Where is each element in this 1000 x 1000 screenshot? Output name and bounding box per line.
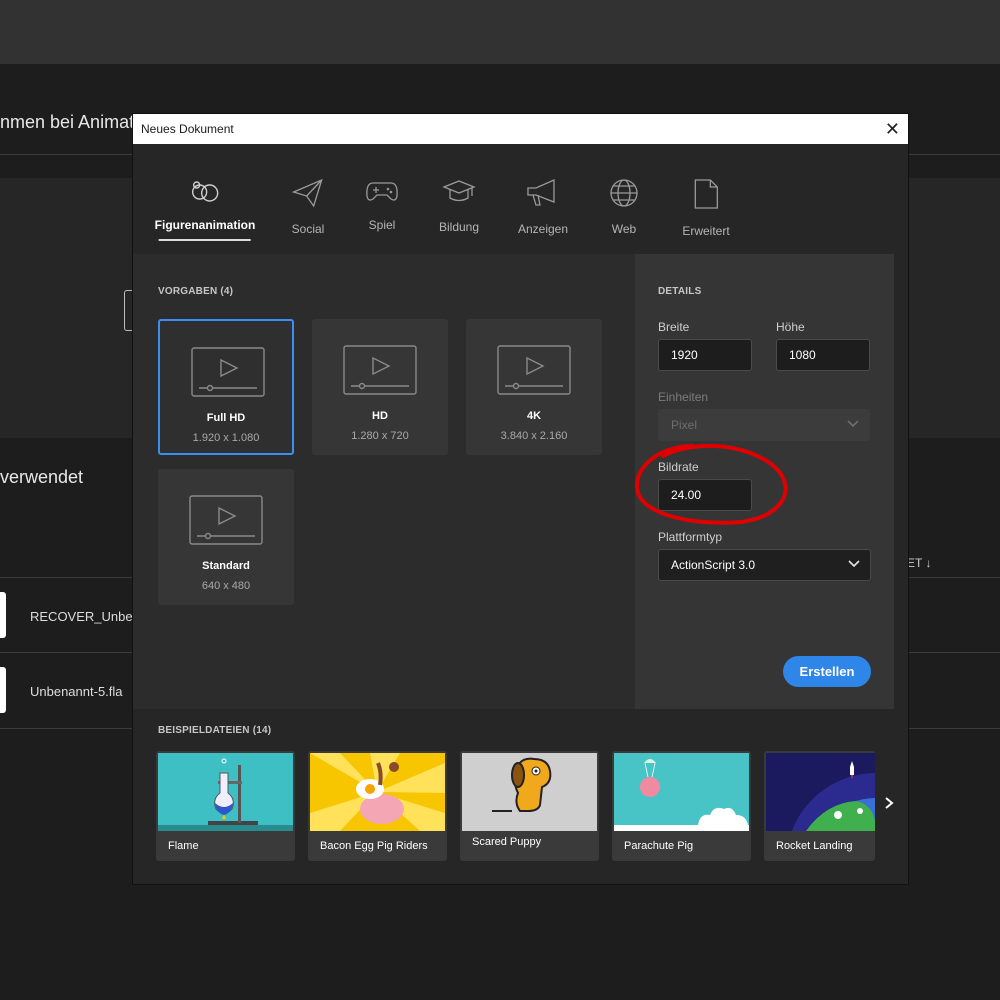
preset-name: HD [372,410,388,422]
welcome-heading: nmen bei Animate, [0,112,150,132]
tab-label: Spiel [368,218,396,232]
pig-riders-thumbnail [310,753,445,831]
document-icon [694,179,718,209]
tab-bildung[interactable]: Bildung [439,178,479,234]
rocket-landing-thumbnail [766,753,875,831]
sort-arrow-icon: ↓ [925,556,932,570]
video-icon [189,495,263,545]
sample-name: Rocket Landing [776,840,853,852]
platform-label: Plattformtyp [658,530,723,544]
tab-anzeigen[interactable]: Anzeigen [518,178,568,236]
new-document-dialog: Neues Dokument ✕ Figurenanimation Social… [133,114,908,884]
sample-name: Flame [168,840,199,852]
parachute-pig-thumbnail [614,753,749,831]
graduation-cap-icon [442,180,476,202]
app-top-bar [0,0,1000,64]
tab-web[interactable]: Web [609,178,639,236]
tab-label: Social [291,222,325,236]
preset-hd[interactable]: HD 1.280 x 720 [312,319,448,455]
preset-dimensions: 640 x 480 [201,580,251,592]
file-icon [0,667,6,713]
scared-puppy-thumbnail [462,753,597,831]
tab-social[interactable]: Social [291,178,325,236]
figure-animation-icon [192,181,219,202]
annotation-circle [634,443,788,525]
preset-name: Standard [202,560,250,572]
paper-plane-icon [292,178,324,208]
recent-file-2[interactable]: Unbenannt-5.fla [30,684,123,699]
video-icon [343,345,417,395]
close-icon[interactable]: ✕ [885,120,900,138]
tab-label: Bildung [438,220,480,234]
units-label: Einheiten [658,390,709,404]
sample-name: Parachute Pig [624,840,694,852]
height-field[interactable]: 1080 [776,339,870,371]
category-tabs: Figurenanimation Social Spiel Bildung An… [133,144,908,254]
create-button[interactable]: Erstellen [783,656,871,687]
preset-dimensions: 3.840 x 2.160 [500,430,568,442]
flame-thumbnail [158,753,293,831]
preset-name: Full HD [206,412,246,424]
width-field[interactable]: 1920 [658,339,752,371]
preset-dimensions: 1.280 x 720 [351,430,409,442]
presets-panel: VORGABEN (4) Full HD 1.920 x 1.080 HD 1.… [133,254,635,709]
sort-header[interactable]: ET ↓ [907,556,931,570]
sample-parachute-pig[interactable]: Parachute Pig [612,751,751,861]
units-select: Pixel [658,409,870,441]
chevron-right-icon[interactable] [884,796,894,810]
tab-label: Figurenanimation [154,218,256,232]
globe-icon [610,179,638,207]
preset-name: 4K [526,410,542,422]
preset-dimensions: 1.920 x 1.080 [192,432,260,444]
sample-name: Bacon Egg Pig Riders [320,840,428,852]
preset-full-hd[interactable]: Full HD 1.920 x 1.080 [158,319,294,455]
height-label: Höhe [776,320,805,334]
platform-value: ActionScript 3.0 [671,558,756,572]
megaphone-icon [527,178,555,206]
recent-heading: verwendet [0,467,84,487]
sample-flame[interactable]: Flame [156,751,295,861]
units-value: Pixel [671,418,698,432]
tab-spiel[interactable]: Spiel [365,178,399,232]
sample-rocket-landing[interactable]: Rocket Landing [764,751,875,861]
chevron-down-icon [848,560,860,568]
details-title: DETAILS [658,286,702,297]
tab-erweitert[interactable]: Erweitert [682,178,730,238]
tab-label: Anzeigen [517,222,569,236]
preset-standard[interactable]: Standard 640 x 480 [158,469,294,605]
gamepad-icon [366,182,398,201]
file-icon [0,592,6,638]
video-icon [497,345,571,395]
presets-title: VORGABEN (4) [158,286,234,297]
video-icon [191,347,265,397]
sample-scared-puppy[interactable]: Scared Puppy [460,751,599,861]
recent-file-1[interactable]: RECOVER_Unbena [30,609,147,624]
sample-bacon-egg-pig-riders[interactable]: Bacon Egg Pig Riders [308,751,447,861]
platform-select[interactable]: ActionScript 3.0 [658,549,871,581]
width-label: Breite [658,320,690,334]
tab-label: Web [611,222,637,236]
sample-name: Scared Puppy [472,836,542,848]
chevron-down-icon [847,420,859,428]
dialog-title: Neues Dokument [141,122,234,136]
preset-4k[interactable]: 4K 3.840 x 2.160 [466,319,602,455]
samples-title: BEISPIELDATEIEN (14) [158,725,272,736]
tab-label: Erweitert [682,224,730,238]
sort-label: ET [907,556,923,570]
tab-figurenanimation[interactable]: Figurenanimation [154,178,256,241]
dialog-titlebar: Neues Dokument ✕ [133,114,908,144]
